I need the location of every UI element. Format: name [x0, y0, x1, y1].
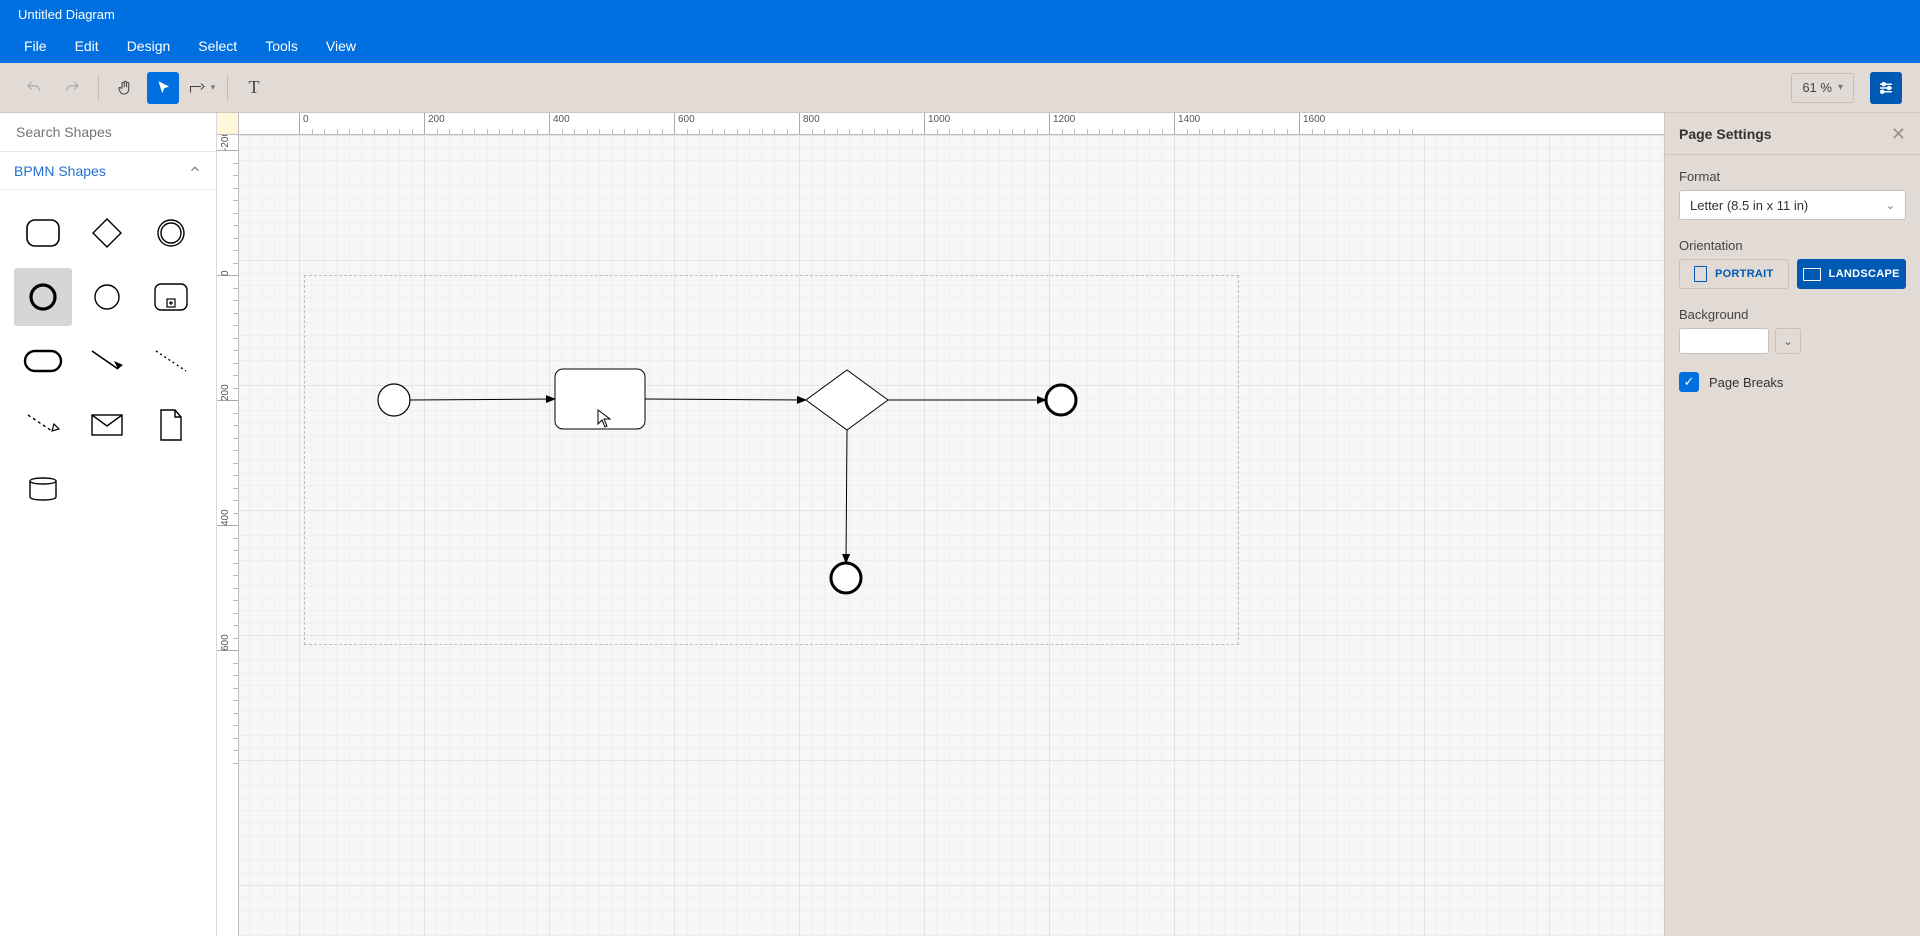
shape-gateway[interactable] [78, 204, 136, 262]
ruler-corner [217, 113, 239, 135]
shape-data-object[interactable] [142, 396, 200, 454]
background-color-swatch[interactable] [1679, 328, 1769, 354]
toolbar-separator [98, 75, 99, 101]
shape-message[interactable] [78, 396, 136, 454]
portrait-icon [1694, 266, 1707, 282]
toolbar: ▾ T 61 % ▾ [0, 63, 1920, 113]
menu-design[interactable]: Design [113, 38, 185, 54]
shapes-category-header[interactable]: BPMN Shapes [0, 152, 216, 190]
portrait-label: PORTRAIT [1715, 268, 1774, 280]
zoom-value: 61 % [1802, 80, 1832, 95]
connector-tool-button[interactable]: ▾ [185, 72, 217, 104]
shape-task[interactable] [14, 204, 72, 262]
chevron-down-icon: ⌄ [1783, 335, 1792, 348]
shape-association[interactable] [142, 332, 200, 390]
sequence-flow[interactable] [846, 430, 847, 563]
text-tool-button[interactable]: T [238, 72, 270, 104]
menu-bar: File Edit Design Select Tools View [0, 29, 1920, 63]
menu-tools[interactable]: Tools [251, 38, 312, 54]
shapes-grid [0, 190, 216, 532]
page-settings-panel: Page Settings ✕ Format Letter (8.5 in x … [1664, 113, 1920, 936]
sequence-flow[interactable] [645, 399, 806, 400]
category-label: BPMN Shapes [14, 163, 106, 179]
chevron-down-icon: ▾ [211, 82, 216, 93]
redo-icon [63, 79, 81, 97]
panel-title: Page Settings [1679, 126, 1772, 142]
close-panel-button[interactable]: ✕ [1891, 125, 1906, 143]
orientation-portrait-button[interactable]: PORTRAIT [1679, 259, 1789, 289]
orientation-label: Orientation [1679, 238, 1906, 253]
landscape-label: LANDSCAPE [1829, 268, 1900, 280]
page-breaks-checkbox[interactable]: ✓ [1679, 372, 1699, 392]
panel-header: Page Settings ✕ [1665, 113, 1920, 155]
toolbar-separator [227, 75, 228, 101]
sequence-flow[interactable] [410, 399, 555, 400]
chevron-up-icon [188, 162, 202, 179]
chevron-down-icon: ▾ [1838, 82, 1843, 93]
menu-edit[interactable]: Edit [61, 38, 113, 54]
end-event-node[interactable] [1046, 385, 1076, 415]
undo-button[interactable] [18, 72, 50, 104]
menu-view[interactable]: View [312, 38, 370, 54]
gateway-node[interactable] [806, 370, 888, 430]
shape-start-event[interactable] [78, 268, 136, 326]
format-label: Format [1679, 169, 1906, 184]
document-title: Untitled Diagram [18, 7, 115, 22]
menu-select[interactable]: Select [184, 38, 251, 54]
undo-icon [25, 79, 43, 97]
search-shapes-box [0, 113, 216, 152]
menu-file[interactable]: File [10, 38, 61, 54]
canvas[interactable] [239, 135, 1664, 936]
shape-intermediate-event[interactable] [142, 204, 200, 262]
hand-icon [116, 79, 134, 97]
format-select[interactable]: Letter (8.5 in x 11 in) ⌄ [1679, 190, 1906, 220]
vertical-ruler: -2000200400600 [217, 135, 239, 936]
shape-subprocess[interactable] [142, 268, 200, 326]
search-input[interactable] [0, 113, 216, 151]
main-area: BPMN Shapes 02004 [0, 113, 1920, 936]
end-event-node[interactable] [831, 563, 861, 593]
pointer-tool-button[interactable] [147, 72, 179, 104]
canvas-area: 02004006008001000120014001600 -200020040… [217, 113, 1664, 936]
orientation-landscape-button[interactable]: LANDSCAPE [1797, 259, 1907, 289]
title-bar: Untitled Diagram [0, 0, 1920, 29]
diagram-layer [239, 135, 1664, 936]
shape-sequence-flow[interactable] [78, 332, 136, 390]
pan-tool-button[interactable] [109, 72, 141, 104]
zoom-level-dropdown[interactable]: 61 % ▾ [1791, 73, 1854, 103]
sliders-icon [1877, 79, 1895, 97]
format-value: Letter (8.5 in x 11 in) [1690, 198, 1808, 213]
background-label: Background [1679, 307, 1906, 322]
start-event-node[interactable] [378, 384, 410, 416]
shape-transaction[interactable] [14, 332, 72, 390]
landscape-icon [1803, 268, 1821, 281]
chevron-down-icon: ⌄ [1886, 199, 1895, 212]
horizontal-ruler: 02004006008001000120014001600 [239, 113, 1664, 135]
shape-message-flow[interactable] [14, 396, 72, 454]
task-node[interactable] [555, 369, 645, 429]
text-icon: T [249, 77, 260, 98]
background-color-dropdown[interactable]: ⌄ [1775, 328, 1801, 354]
shapes-panel: BPMN Shapes [0, 113, 217, 936]
redo-button[interactable] [56, 72, 88, 104]
page-breaks-label: Page Breaks [1709, 375, 1783, 390]
toggle-properties-panel-button[interactable] [1870, 72, 1902, 104]
pointer-icon [154, 79, 172, 97]
page-breaks-checkbox-row: ✓ Page Breaks [1679, 372, 1906, 392]
connector-icon [187, 79, 209, 97]
shape-end-event[interactable] [14, 268, 72, 326]
shape-data-store[interactable] [14, 460, 72, 518]
